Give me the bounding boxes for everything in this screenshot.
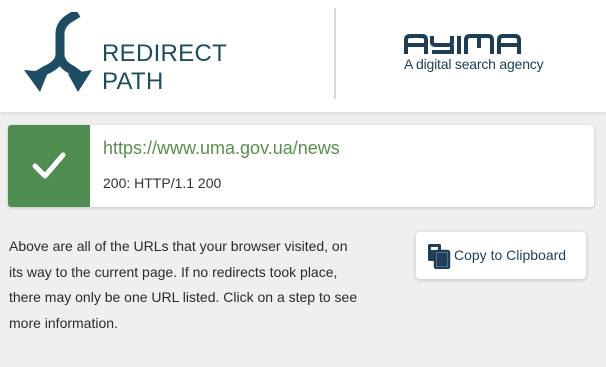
redirect-path-logo: REDIRECT PATH bbox=[22, 12, 282, 95]
copy-button-label: Copy to Clipboard bbox=[454, 247, 567, 263]
copy-to-clipboard-button[interactable]: Copy to Clipboard bbox=[416, 232, 586, 279]
header: REDIRECT PATH A digital search agency bbox=[0, 0, 606, 112]
product-name: REDIRECT PATH bbox=[102, 40, 227, 95]
redirect-path-logo-icon bbox=[24, 12, 92, 92]
header-divider bbox=[334, 8, 336, 99]
info-text: Above are all of the URLs that your brow… bbox=[9, 238, 358, 331]
ayima-logo: A digital search agency bbox=[404, 34, 574, 78]
status-indicator bbox=[8, 125, 90, 207]
step-status: 200: HTTP/1.1 200 bbox=[103, 175, 222, 191]
step-url[interactable]: https://www.uma.gov.ua/news bbox=[103, 138, 340, 159]
clipboard-icon bbox=[428, 244, 451, 269]
ayima-logo-mark bbox=[404, 34, 521, 54]
check-icon bbox=[32, 152, 66, 179]
redirect-step-card[interactable]: https://www.uma.gov.ua/news 200: HTTP/1.… bbox=[8, 125, 594, 207]
partner-tagline: A digital search agency bbox=[404, 56, 544, 72]
